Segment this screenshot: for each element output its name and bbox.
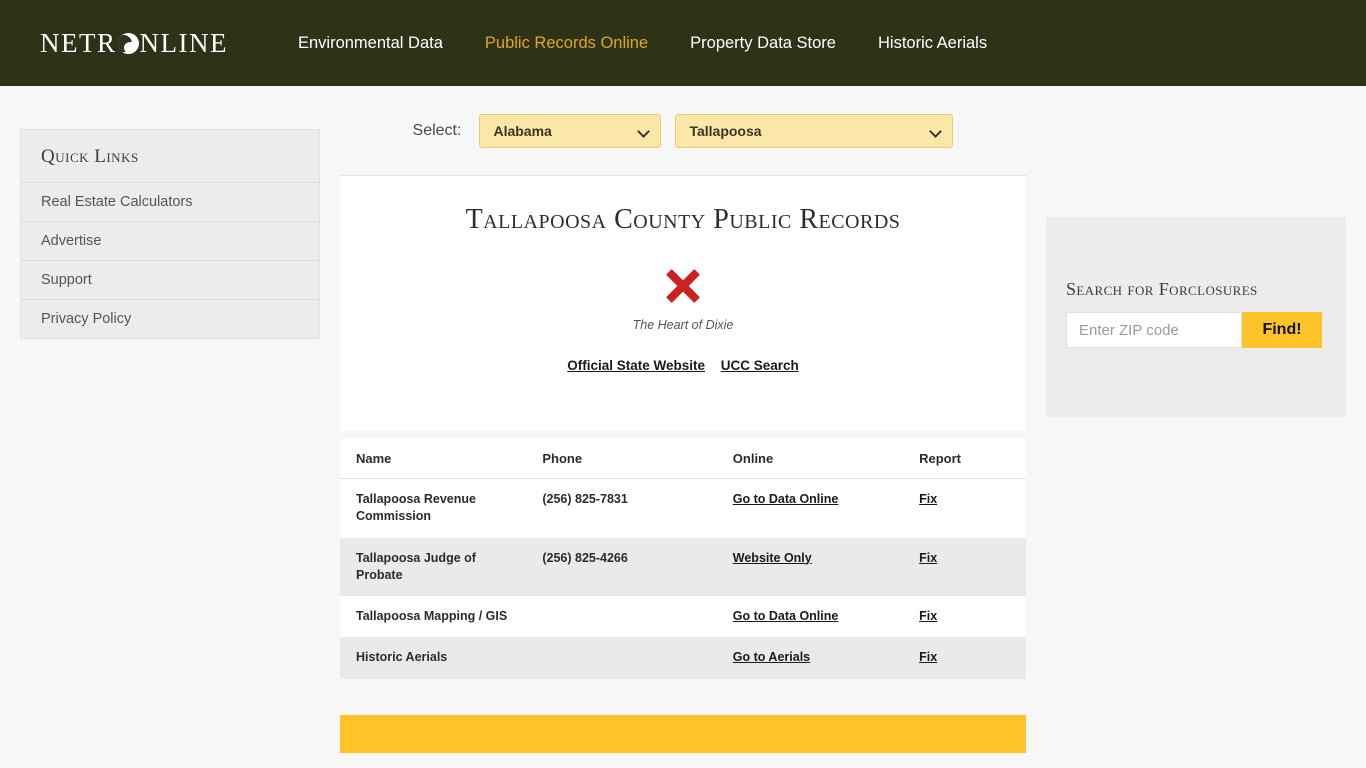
sidebar-item-support[interactable]: Support bbox=[21, 260, 319, 299]
cell-online: Go to Data Online bbox=[716, 478, 904, 538]
cell-report: Fix bbox=[903, 478, 1026, 538]
nav-item-public-records-online[interactable]: Public Records Online bbox=[485, 34, 648, 53]
foreclosure-search-row: Find! bbox=[1066, 312, 1326, 348]
logo-text-right: NLINE bbox=[139, 27, 228, 58]
column-header-name: Name bbox=[340, 439, 527, 479]
page-body: Quick Links Real Estate Calculators Adve… bbox=[0, 86, 1366, 768]
nav-item-environmental-data[interactable]: Environmental Data bbox=[298, 34, 443, 53]
sidebar-item-advertise[interactable]: Advertise bbox=[21, 221, 319, 260]
online-link[interactable]: Go to Aerials bbox=[733, 650, 810, 664]
quick-links-panel: Quick Links Real Estate Calculators Adve… bbox=[20, 129, 320, 339]
table-head: Name Phone Online Report bbox=[340, 439, 1026, 479]
county-record-card: Tallapoosa County Public Records The Hea… bbox=[340, 176, 1026, 431]
cell-name: Tallapoosa Revenue Commission bbox=[340, 478, 527, 538]
state-select-wrapper: Alabama bbox=[479, 113, 662, 148]
main-content: Select: Alabama Tallapoosa Tallapoosa Co… bbox=[340, 86, 1026, 753]
page-title: Tallapoosa County Public Records bbox=[465, 204, 901, 235]
cell-online: Website Only bbox=[716, 537, 904, 596]
logo-text: NETR NLINE bbox=[40, 28, 228, 59]
seal-caption: The Heart of Dixie bbox=[632, 318, 734, 332]
state-seal-block: The Heart of Dixie bbox=[360, 262, 1006, 332]
foreclosure-search-panel: Search for Forclosures Find! bbox=[1046, 217, 1346, 417]
find-button[interactable]: Find! bbox=[1242, 312, 1322, 348]
fix-link[interactable]: Fix bbox=[919, 650, 937, 664]
globe-icon bbox=[117, 32, 139, 54]
quick-links-title: Quick Links bbox=[41, 146, 139, 167]
footer-promo-banner[interactable] bbox=[340, 714, 1026, 753]
county-select-wrapper: Tallapoosa bbox=[675, 113, 954, 148]
cell-report: Fix bbox=[903, 596, 1026, 638]
select-label: Select: bbox=[412, 121, 462, 139]
table-row: Tallapoosa Revenue Commission (256) 825-… bbox=[340, 478, 1026, 538]
fix-link[interactable]: Fix bbox=[919, 609, 937, 623]
fix-link[interactable]: Fix bbox=[919, 492, 937, 506]
sidebar-item-privacy-policy[interactable]: Privacy Policy bbox=[21, 299, 319, 338]
cell-phone: (256) 825-4266 bbox=[526, 537, 717, 596]
logo-text-left: NETR bbox=[40, 27, 117, 58]
cell-report: Fix bbox=[903, 637, 1026, 679]
cell-phone bbox=[526, 637, 717, 679]
table-row: Tallapoosa Judge of Probate (256) 825-42… bbox=[340, 537, 1026, 596]
column-header-online: Online bbox=[716, 439, 904, 479]
online-link[interactable]: Website Only bbox=[733, 551, 812, 565]
cell-name: Tallapoosa Judge of Probate bbox=[340, 537, 527, 596]
cell-report: Fix bbox=[903, 537, 1026, 596]
table-header-row: Name Phone Online Report bbox=[340, 439, 1026, 479]
broken-image-x-icon bbox=[659, 262, 707, 310]
official-state-website-link[interactable]: Official State Website bbox=[567, 358, 705, 373]
cell-online: Go to Data Online bbox=[716, 596, 904, 638]
zip-code-input[interactable] bbox=[1066, 312, 1242, 348]
main-navigation: Environmental Data Public Records Online… bbox=[298, 34, 1029, 53]
nav-item-property-data-store[interactable]: Property Data Store bbox=[690, 34, 836, 53]
table-row: Historic Aerials Go to Aerials Fix bbox=[340, 637, 1026, 679]
table-row: Tallapoosa Mapping / GIS Go to Data Onli… bbox=[340, 596, 1026, 638]
column-header-phone: Phone bbox=[526, 439, 717, 479]
online-link[interactable]: Go to Data Online bbox=[733, 492, 839, 506]
cell-phone: (256) 825-7831 bbox=[526, 478, 717, 538]
nav-item-historic-aerials[interactable]: Historic Aerials bbox=[878, 34, 987, 53]
table-body: Tallapoosa Revenue Commission (256) 825-… bbox=[340, 478, 1026, 679]
cell-phone bbox=[526, 596, 717, 638]
county-select[interactable]: Tallapoosa bbox=[675, 113, 954, 148]
state-select[interactable]: Alabama bbox=[479, 113, 662, 148]
public-records-table: Name Phone Online Report Tallapoosa Reve… bbox=[340, 439, 1026, 679]
state-links: Official State Website UCC Search bbox=[360, 358, 1006, 373]
netronline-logo[interactable]: NETR NLINE bbox=[40, 28, 228, 59]
cell-name: Tallapoosa Mapping / GIS bbox=[340, 596, 527, 638]
sidebar-item-real-estate-calculators[interactable]: Real Estate Calculators bbox=[21, 182, 319, 221]
column-header-report: Report bbox=[903, 439, 1026, 479]
cell-online: Go to Aerials bbox=[716, 637, 904, 679]
fix-link[interactable]: Fix bbox=[919, 551, 937, 565]
foreclosure-title: Search for Forclosures bbox=[1066, 279, 1258, 299]
location-selector-bar: Select: Alabama Tallapoosa bbox=[340, 86, 1026, 176]
cell-name: Historic Aerials bbox=[340, 637, 527, 679]
online-link[interactable]: Go to Data Online bbox=[733, 609, 839, 623]
site-header: NETR NLINE Environmental Data Public Rec… bbox=[0, 0, 1366, 86]
ucc-search-link[interactable]: UCC Search bbox=[721, 358, 799, 373]
